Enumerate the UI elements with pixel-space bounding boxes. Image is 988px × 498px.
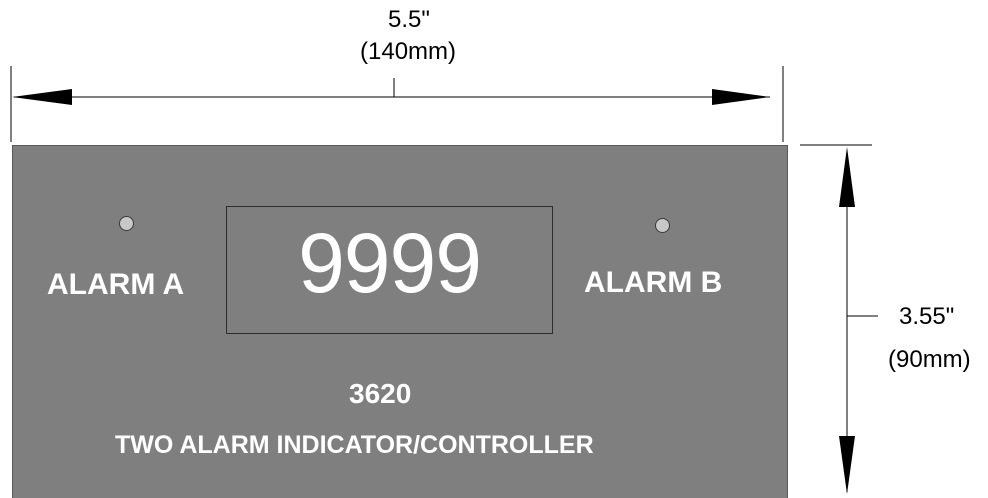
display-readout: 9999: [298, 216, 482, 310]
height-arrow-top: [839, 147, 855, 207]
alarm-a-led-icon: [119, 216, 134, 231]
alarm-b-label: ALARM B: [584, 266, 723, 299]
width-arrow-right: [712, 89, 770, 105]
device-description: TWO ALARM INDICATOR/CONTROLLER: [115, 431, 594, 459]
alarm-b-led-icon: [655, 218, 670, 233]
width-mm-label: (140mm): [360, 38, 457, 65]
alarm-a-label: ALARM A: [47, 268, 185, 301]
model-number: 3620: [349, 378, 412, 409]
height-arrow-bottom: [839, 436, 855, 494]
front-panel: ALARM A ALARM B 9999 3620 TWO ALARM INDI…: [12, 145, 788, 498]
height-inches-label: 3.55": [899, 303, 955, 330]
height-mm-label: (90mm): [888, 346, 971, 373]
display-window: 9999: [226, 206, 553, 334]
width-arrow-left: [12, 89, 72, 105]
width-inches-label: 5.5": [388, 6, 430, 33]
